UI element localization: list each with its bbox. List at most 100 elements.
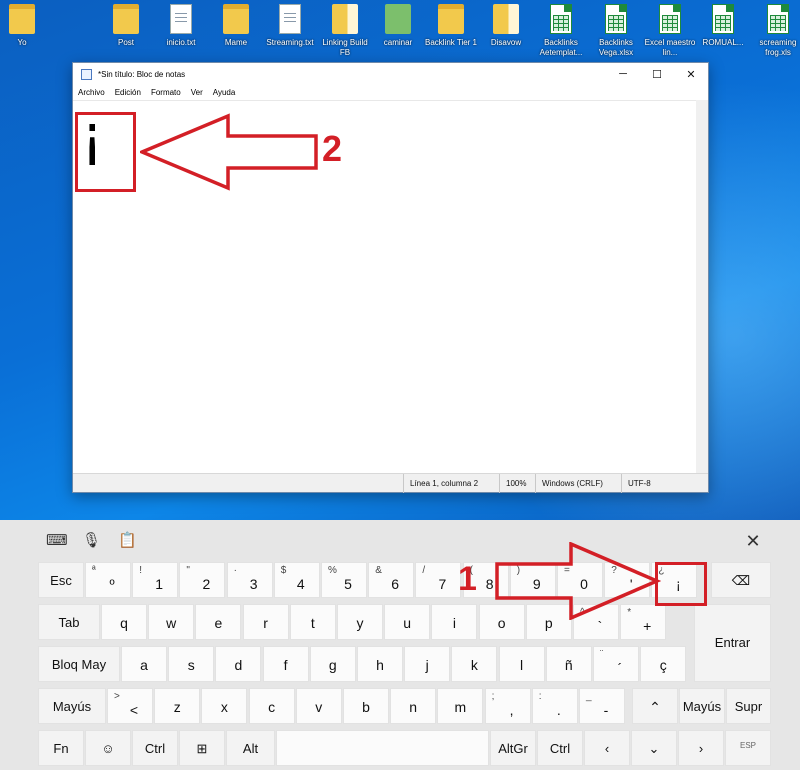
key[interactable]: _ -	[579, 688, 625, 724]
key[interactable]: q	[101, 604, 147, 640]
key[interactable]: /7	[415, 562, 462, 598]
desktop-icon-label: inicio.txt	[166, 38, 196, 47]
desktop-icon[interactable]: Backlinks Aetemplat...	[533, 4, 589, 58]
key[interactable]: z	[154, 688, 201, 724]
menu-formato[interactable]: Formato	[151, 88, 181, 97]
key[interactable]: ªº	[85, 562, 131, 598]
esc-key[interactable]: Esc	[38, 562, 84, 598]
key[interactable]: c	[248, 688, 295, 724]
key[interactable]: :.	[531, 688, 578, 724]
ctrl-right-key[interactable]: Ctrl	[537, 730, 583, 766]
key[interactable]: m	[437, 688, 484, 724]
arrow-left-key[interactable]: ‹	[584, 730, 630, 766]
menu-edicion[interactable]: Edición	[115, 88, 141, 97]
key[interactable]: a	[121, 646, 167, 682]
key[interactable]: ;,	[484, 688, 531, 724]
desktop-icon[interactable]: Excel maestro lin...	[642, 4, 698, 58]
desktop-icon[interactable]: Post	[98, 4, 154, 48]
caps-lock-key[interactable]: Bloq May	[38, 646, 120, 682]
key-label: t	[310, 615, 315, 631]
key[interactable]: l	[498, 646, 545, 682]
alt-key[interactable]: Alt	[226, 730, 275, 766]
ctrl-left-key[interactable]: Ctrl	[132, 730, 178, 766]
altgr-key[interactable]: AltGr	[490, 730, 536, 766]
key[interactable]: ! 1	[132, 562, 179, 598]
shift-right-key[interactable]: Mayús	[679, 688, 725, 724]
backspace-key[interactable]: ⌫	[711, 562, 771, 598]
key[interactable]: y	[337, 604, 383, 640]
key[interactable]: t	[289, 604, 336, 640]
key[interactable]: u	[384, 604, 431, 640]
key[interactable]: v	[295, 688, 342, 724]
shift-left-key[interactable]: Mayús	[38, 688, 106, 724]
desktop-icon[interactable]: Backlink Tier 1	[423, 4, 479, 48]
key-label: a	[140, 657, 148, 673]
desktop-icon[interactable]: ROMUAL...	[695, 4, 751, 48]
maximize-button[interactable]: ☐	[640, 63, 674, 85]
key[interactable]: j	[404, 646, 451, 682]
windows-key[interactable]: ⊞	[179, 730, 225, 766]
key[interactable]: g	[309, 646, 356, 682]
arrow-right-key[interactable]: ›	[678, 730, 724, 766]
key-label: <	[129, 702, 139, 718]
desktop-icon[interactable]: screaming frog.xls	[750, 4, 800, 58]
desktop-icon[interactable]: Streaming.txt	[262, 4, 318, 48]
key-label: v	[315, 699, 323, 715]
microphone-icon[interactable]: 🎙	[82, 532, 101, 550]
key[interactable]: $4	[273, 562, 320, 598]
desktop-icon[interactable]: caminar	[370, 4, 426, 48]
key[interactable]: > <	[107, 688, 153, 724]
key[interactable]: x	[201, 688, 248, 724]
emoji-key[interactable]: ☺	[85, 730, 131, 766]
key[interactable]: n	[390, 688, 437, 724]
keyboard-close-button[interactable]: ✕	[744, 532, 762, 550]
key[interactable]: % 5	[321, 562, 367, 598]
desktop-icon[interactable]: Disavow	[478, 4, 534, 48]
clipboard-icon[interactable]: 📋	[118, 532, 137, 550]
key[interactable]: s	[168, 646, 215, 682]
language-key[interactable]: ESP	[725, 730, 771, 766]
desktop-icon[interactable]: Backlinks Vega.xlsx	[588, 4, 644, 58]
key[interactable]: e	[195, 604, 242, 640]
keyboard-settings-icon[interactable]: ⌨	[46, 532, 68, 550]
key[interactable]: " 2	[179, 562, 226, 598]
menu-archivo[interactable]: Archivo	[78, 88, 105, 97]
arrow-up-key[interactable]: ⌃	[632, 688, 678, 724]
enter-key[interactable]: Entrar	[694, 604, 771, 682]
arrow-down-key[interactable]: ⌄	[631, 730, 677, 766]
desktop-icon[interactable]: inicio.txt	[153, 4, 209, 48]
desktop-icon[interactable]: Linking Build FB	[317, 4, 373, 58]
key[interactable]: w	[148, 604, 195, 640]
key[interactable]: f	[262, 646, 309, 682]
desktop-icon[interactable]: Yo	[0, 4, 50, 48]
delete-key[interactable]: Supr	[726, 688, 771, 724]
space-key[interactable]	[276, 730, 489, 766]
menu-ayuda[interactable]: Ayuda	[213, 88, 236, 97]
key[interactable]: b	[343, 688, 389, 724]
key-label: f	[283, 657, 288, 673]
notepad-title-bar[interactable]: *Sin título: Bloc de notas ─ ☐ ✕	[73, 63, 708, 85]
menu-ver[interactable]: Ver	[191, 88, 203, 97]
key[interactable]: k	[451, 646, 498, 682]
key[interactable]: d	[215, 646, 262, 682]
key-label: y	[356, 615, 364, 631]
key-label: ,	[509, 702, 514, 718]
key[interactable]: · 3	[226, 562, 273, 598]
key[interactable]: & 6	[368, 562, 415, 598]
fn-key[interactable]: Fn	[38, 730, 84, 766]
red-arrow-1	[495, 542, 661, 620]
notepad-scrollbar[interactable]	[696, 100, 708, 473]
desktop-icon[interactable]: Mame	[208, 4, 264, 48]
key[interactable]: h	[357, 646, 403, 682]
key[interactable]: ñ	[545, 646, 592, 682]
key[interactable]: ç	[640, 646, 687, 682]
key[interactable]: i	[431, 604, 478, 640]
key[interactable]: ¨ ´	[593, 646, 639, 682]
folder-icon	[438, 4, 464, 34]
close-button[interactable]: ✕	[674, 63, 708, 85]
minimize-button[interactable]: ─	[606, 63, 640, 85]
key-label: m	[454, 699, 467, 715]
tab-key[interactable]: Tab	[38, 604, 100, 640]
folder-icon	[113, 4, 139, 34]
key[interactable]: r	[242, 604, 289, 640]
